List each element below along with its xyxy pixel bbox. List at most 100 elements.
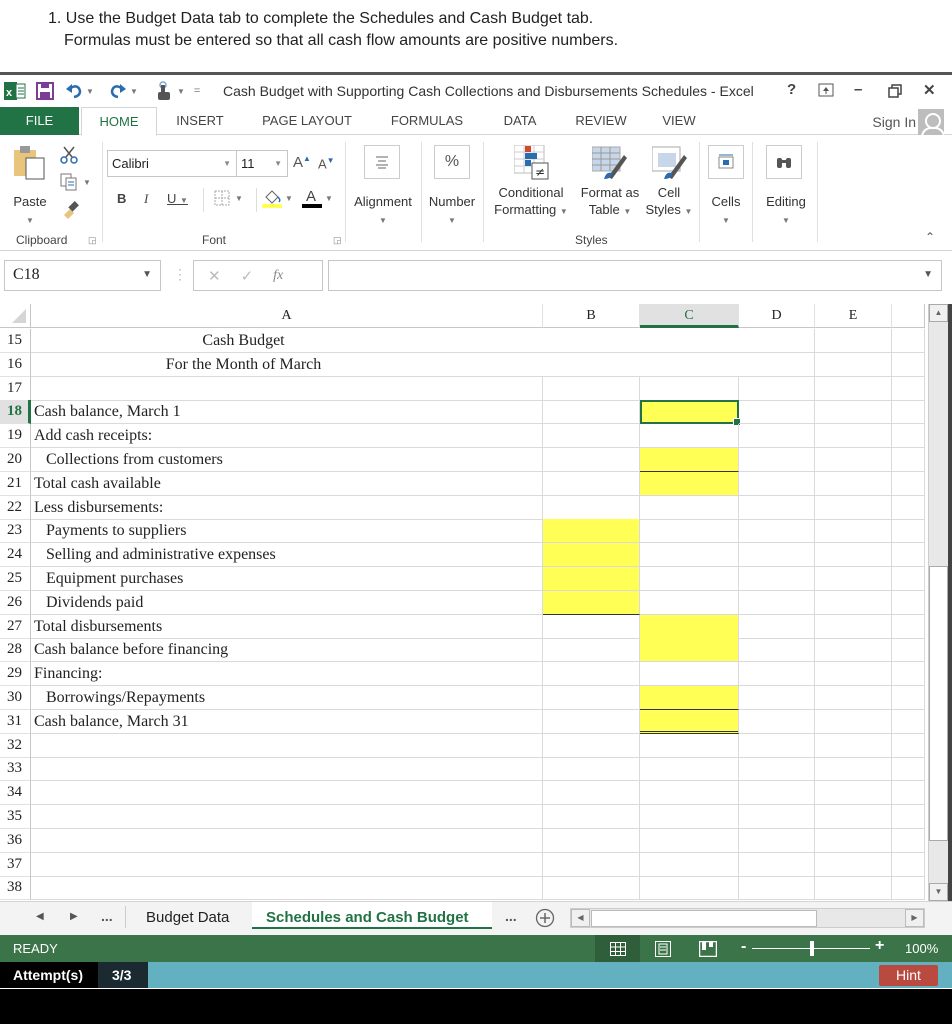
conditional-formatting-button[interactable]: Conditional Formatting ▼ bbox=[489, 184, 573, 220]
cell-a30[interactable]: Borrowings/Repayments bbox=[31, 686, 543, 710]
cell-f35[interactable] bbox=[892, 805, 925, 829]
cell-e31[interactable] bbox=[815, 709, 892, 734]
cell-c31[interactable] bbox=[640, 709, 739, 734]
cell-e15[interactable] bbox=[815, 329, 892, 353]
cell-b38[interactable] bbox=[543, 876, 640, 901]
cell-e37[interactable] bbox=[815, 852, 892, 877]
cell-styles-icon[interactable] bbox=[651, 145, 688, 186]
cell-f34[interactable] bbox=[892, 781, 925, 806]
cell-b19[interactable] bbox=[543, 424, 640, 449]
cell-e28[interactable] bbox=[815, 638, 892, 663]
row-header[interactable]: 35 bbox=[0, 805, 31, 829]
cell-b30[interactable] bbox=[543, 686, 640, 710]
cell-c32[interactable] bbox=[640, 733, 739, 758]
sheet-tab-schedules-and-cash-budget[interactable]: Schedules and Cash Budget bbox=[266, 909, 469, 926]
row-header[interactable]: 28 bbox=[0, 638, 31, 663]
row-header[interactable]: 20 bbox=[0, 448, 31, 472]
zoom-in-button[interactable]: + bbox=[875, 937, 884, 955]
cell-a23[interactable]: Payments to suppliers bbox=[31, 519, 543, 544]
scroll-up-icon[interactable]: ▲ bbox=[929, 304, 948, 322]
next-sheet-icon[interactable]: ▶ bbox=[70, 911, 78, 922]
row-header[interactable]: 18 bbox=[0, 400, 31, 425]
cell-d35[interactable] bbox=[739, 805, 815, 829]
prev-sheet-icon[interactable]: ◀ bbox=[36, 911, 44, 922]
cell-a25[interactable]: Equipment purchases bbox=[31, 567, 543, 591]
zoom-out-button[interactable]: - bbox=[741, 938, 746, 956]
cell-a31[interactable]: Cash balance, March 31 bbox=[31, 709, 543, 734]
help-button[interactable]: ? bbox=[787, 81, 796, 98]
tab-insert[interactable]: INSERT bbox=[170, 107, 230, 135]
row-header[interactable]: 17 bbox=[0, 376, 31, 401]
close-button[interactable]: ✕ bbox=[923, 81, 936, 99]
more-sheets-right[interactable]: ... bbox=[505, 908, 517, 924]
cell-b32[interactable] bbox=[543, 733, 640, 758]
number-button[interactable]: Number ▼ bbox=[424, 193, 480, 229]
cell-a34[interactable] bbox=[31, 781, 543, 806]
cell-c25[interactable] bbox=[640, 567, 739, 591]
row-header[interactable]: 29 bbox=[0, 662, 31, 687]
paste-icon[interactable] bbox=[12, 144, 48, 185]
cell-c17[interactable] bbox=[640, 376, 739, 401]
cell-b37[interactable] bbox=[543, 852, 640, 877]
cell-d38[interactable] bbox=[739, 876, 815, 901]
minimize-button[interactable]: – bbox=[854, 81, 862, 98]
cell-e36[interactable] bbox=[815, 828, 892, 853]
number-format-icon[interactable]: % bbox=[434, 145, 470, 179]
tab-file[interactable]: FILE bbox=[0, 107, 79, 135]
cell-b31[interactable] bbox=[543, 709, 640, 734]
new-sheet-icon[interactable] bbox=[535, 908, 555, 933]
row-header[interactable]: 30 bbox=[0, 686, 31, 710]
cell-f22[interactable] bbox=[892, 495, 925, 520]
cell-e32[interactable] bbox=[815, 733, 892, 758]
cell-a37[interactable] bbox=[31, 852, 543, 877]
cell-c20[interactable] bbox=[640, 448, 739, 472]
row-header[interactable]: 25 bbox=[0, 567, 31, 591]
column-header-a[interactable]: A bbox=[31, 304, 543, 328]
row-header[interactable]: 31 bbox=[0, 709, 31, 734]
cell-c22[interactable] bbox=[640, 495, 739, 520]
cell-d21[interactable] bbox=[739, 471, 815, 496]
cell-d15[interactable] bbox=[739, 329, 815, 353]
cell-b23[interactable] bbox=[543, 519, 640, 544]
cell-a36[interactable] bbox=[31, 828, 543, 853]
page-break-preview-icon[interactable] bbox=[685, 935, 730, 962]
touch-mode-icon[interactable]: ▼ = bbox=[155, 80, 200, 102]
cell-f36[interactable] bbox=[892, 828, 925, 853]
cell-c29[interactable] bbox=[640, 662, 739, 687]
tab-view[interactable]: VIEW bbox=[657, 107, 701, 135]
more-sheets-left[interactable]: ... bbox=[101, 908, 113, 924]
cell-a29[interactable]: Financing: bbox=[31, 662, 543, 687]
cell-e33[interactable] bbox=[815, 757, 892, 782]
decrease-font-size-icon[interactable]: A▼ bbox=[318, 156, 335, 171]
cell-a33[interactable] bbox=[31, 757, 543, 782]
cell-d16[interactable] bbox=[739, 352, 815, 377]
cell-b24[interactable] bbox=[543, 543, 640, 568]
cell-e26[interactable] bbox=[815, 590, 892, 615]
cell-a22[interactable]: Less disbursements: bbox=[31, 495, 543, 520]
underline-button[interactable]: U ▼ bbox=[167, 191, 188, 206]
column-header-e[interactable]: E bbox=[815, 304, 892, 328]
cell-b25[interactable] bbox=[543, 567, 640, 591]
column-header-b[interactable]: B bbox=[543, 304, 640, 328]
cell-c35[interactable] bbox=[640, 805, 739, 829]
cell-c36[interactable] bbox=[640, 828, 739, 853]
cells-button[interactable]: Cells ▼ bbox=[704, 193, 748, 229]
horizontal-scroll-thumb[interactable] bbox=[591, 910, 817, 927]
cell-b26[interactable] bbox=[543, 590, 640, 615]
name-box[interactable]: C18 ▼ bbox=[4, 260, 161, 291]
cell-a24[interactable]: Selling and administrative expenses bbox=[31, 543, 543, 568]
cell-b33[interactable] bbox=[543, 757, 640, 782]
cell-c27[interactable] bbox=[640, 614, 739, 639]
cell-f16[interactable] bbox=[892, 352, 925, 377]
cell-e30[interactable] bbox=[815, 686, 892, 710]
conditional-formatting-icon[interactable]: ≠ bbox=[513, 144, 550, 186]
tab-page-layout[interactable]: PAGE LAYOUT bbox=[255, 107, 359, 135]
cell-d28[interactable] bbox=[739, 638, 815, 663]
cell-b22[interactable] bbox=[543, 495, 640, 520]
cell-b20[interactable] bbox=[543, 448, 640, 472]
normal-view-icon[interactable] bbox=[595, 935, 640, 962]
collapse-ribbon-icon[interactable]: ⌃ bbox=[925, 230, 935, 244]
cell-e34[interactable] bbox=[815, 781, 892, 806]
cell-d34[interactable] bbox=[739, 781, 815, 806]
format-as-table-button[interactable]: Format as Table ▼ bbox=[575, 184, 645, 220]
